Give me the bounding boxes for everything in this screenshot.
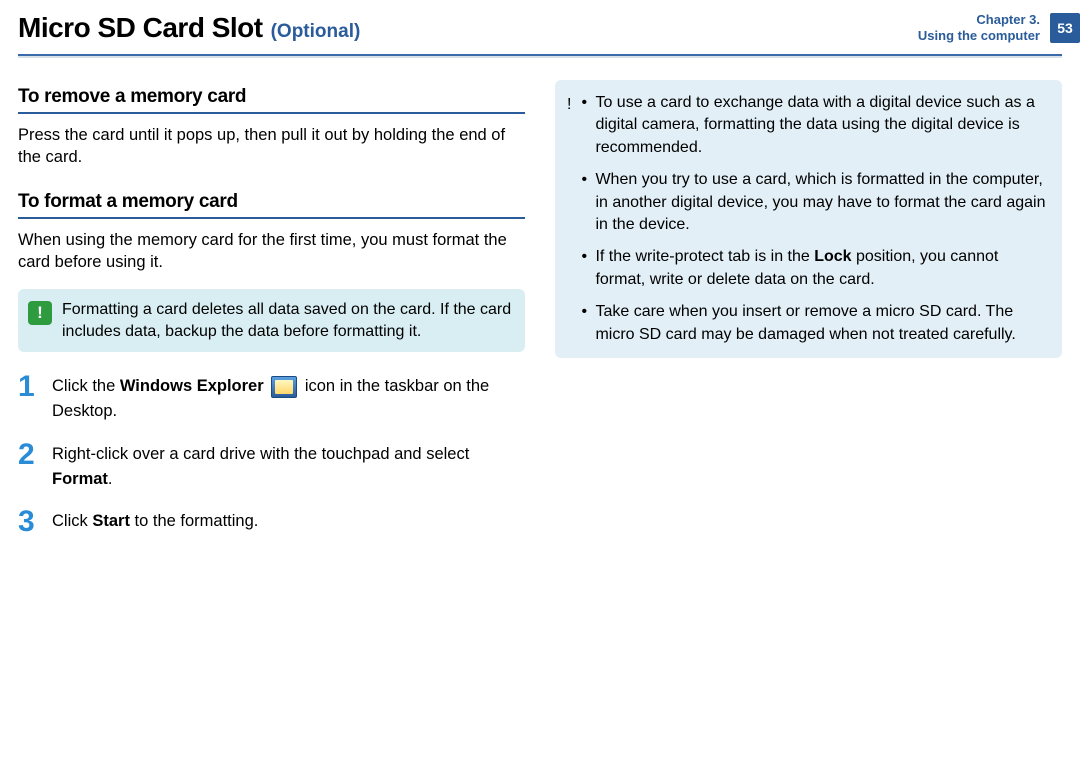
info-list: To use a card to exchange data with a di…: [581, 92, 1048, 346]
step-number-2: 2: [18, 440, 40, 470]
header-right: Chapter 3. Using the computer 53: [918, 12, 1080, 43]
list-item: To use a card to exchange data with a di…: [581, 92, 1048, 159]
item3-a: If the write-protect tab is in the: [595, 248, 814, 265]
page-header: Micro SD Card Slot (Optional) Chapter 3.…: [0, 0, 1080, 54]
step-2-bold: Format: [52, 470, 108, 488]
list-item: When you try to use a card, which is for…: [581, 169, 1048, 236]
page-title: Micro SD Card Slot: [18, 12, 263, 44]
step-2-text-a: Right-click over a card drive with the t…: [52, 445, 469, 463]
title-wrap: Micro SD Card Slot (Optional): [18, 12, 360, 44]
step-3-text-b: to the formatting.: [130, 512, 258, 530]
list-item: If the write-protect tab is in the Lock …: [581, 246, 1048, 291]
windows-explorer-icon: [271, 376, 297, 398]
section-heading-remove: To remove a memory card: [18, 86, 525, 114]
remove-body: Press the card until it pops up, then pu…: [18, 124, 525, 169]
format-body: When using the memory card for the first…: [18, 229, 525, 274]
page-number-badge: 53: [1050, 13, 1080, 43]
chapter-line-1: Chapter 3.: [918, 12, 1040, 28]
callout-warning: ! Formatting a card deletes all data sav…: [18, 289, 525, 352]
right-column: ! To use a card to exchange data with a …: [555, 80, 1062, 555]
callout-text: Formatting a card deletes all data saved…: [62, 299, 513, 342]
callout-info: ! To use a card to exchange data with a …: [555, 80, 1062, 358]
exclamation-icon: !: [28, 301, 52, 325]
header-rule-shadow: [18, 56, 1062, 58]
step-3-body: Click Start to the formatting.: [52, 509, 258, 534]
step-2: 2 Right-click over a card drive with the…: [18, 442, 525, 492]
step-2-text-b: .: [108, 470, 113, 488]
list-item: Take care when you insert or remove a mi…: [581, 301, 1048, 346]
step-number-1: 1: [18, 372, 40, 402]
step-1-bold: Windows Explorer: [120, 377, 264, 395]
section-heading-format: To format a memory card: [18, 191, 525, 219]
chapter-info: Chapter 3. Using the computer: [918, 12, 1040, 43]
left-column: To remove a memory card Press the card u…: [18, 80, 525, 555]
step-1-text-a: Click the: [52, 377, 120, 395]
item3-bold: Lock: [814, 248, 851, 265]
content-columns: To remove a memory card Press the card u…: [0, 68, 1080, 555]
chapter-line-2: Using the computer: [918, 28, 1040, 44]
step-2-body: Right-click over a card drive with the t…: [52, 442, 525, 492]
step-3: 3 Click Start to the formatting.: [18, 509, 525, 537]
step-3-text-a: Click: [52, 512, 92, 530]
step-1: 1 Click the Windows Explorer icon in the…: [18, 374, 525, 424]
page-subtitle: (Optional): [271, 21, 361, 43]
exclamation-icon: !: [567, 96, 571, 114]
step-3-bold: Start: [92, 512, 130, 530]
step-number-3: 3: [18, 507, 40, 537]
step-1-body: Click the Windows Explorer icon in the t…: [52, 374, 525, 424]
